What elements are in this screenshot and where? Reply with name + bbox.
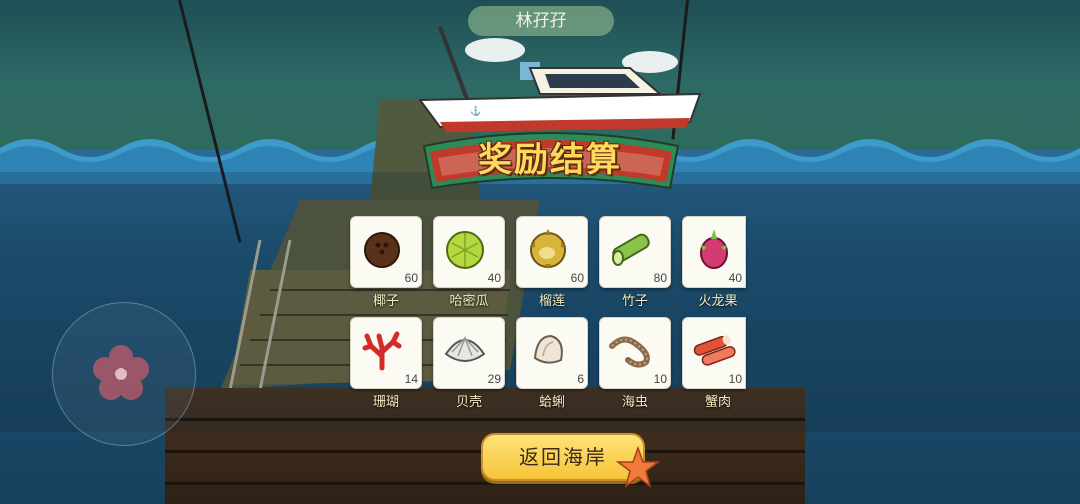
reward-item-dragonfruit[interactable]: 40 bbox=[682, 216, 746, 288]
clam-icon bbox=[533, 334, 563, 364]
sakura-icon bbox=[93, 345, 149, 400]
durian-icon bbox=[530, 229, 566, 269]
reward-name: 蛤蜊 bbox=[538, 395, 565, 410]
reward-count: 10 bbox=[653, 372, 667, 386]
dock-plank-line bbox=[165, 482, 805, 485]
dragonfruit-icon bbox=[700, 229, 728, 269]
crabmeat-icon bbox=[693, 335, 736, 366]
reward-name: 竹子 bbox=[621, 294, 648, 309]
reward-item-melon[interactable]: 40 bbox=[433, 216, 505, 288]
reward-name: 海虫 bbox=[621, 395, 648, 410]
seaworm-icon bbox=[609, 336, 650, 368]
reward-name: 哈密瓜 bbox=[449, 294, 489, 309]
coconut-icon bbox=[364, 232, 400, 268]
reward-count: 29 bbox=[487, 372, 501, 386]
starfish-icon bbox=[616, 446, 660, 488]
reward-count: 40 bbox=[728, 271, 742, 285]
reward-name: 珊瑚 bbox=[372, 395, 399, 410]
reward-count: 14 bbox=[404, 372, 418, 386]
reward-count: 10 bbox=[728, 372, 742, 386]
reward-name: 榴莲 bbox=[538, 294, 565, 309]
reward-count: 60 bbox=[570, 271, 584, 285]
reward-item-crabmeat[interactable]: 10 bbox=[682, 317, 746, 389]
reward-item-coral[interactable]: 14 bbox=[350, 317, 422, 389]
reward-item-durian[interactable]: 60 bbox=[516, 216, 588, 288]
shell-icon bbox=[444, 335, 486, 362]
reward-count: 80 bbox=[653, 271, 667, 285]
coral-icon bbox=[362, 331, 402, 371]
bamboo-icon bbox=[612, 233, 650, 266]
reward-item-bamboo[interactable]: 80 bbox=[599, 216, 671, 288]
reward-count: 6 bbox=[577, 372, 584, 386]
svg-text:⚓: ⚓ bbox=[470, 105, 481, 116]
reward-item-clam[interactable]: 6 bbox=[516, 317, 588, 389]
melon-icon bbox=[446, 231, 484, 269]
reward-count: 60 bbox=[404, 271, 418, 285]
joystick[interactable] bbox=[52, 302, 196, 446]
reward-item-coconut[interactable]: 60 bbox=[350, 216, 422, 288]
reward-title: 奖励结算 bbox=[478, 140, 622, 180]
reward-item-seaworm[interactable]: 10 bbox=[599, 317, 671, 389]
reward-item-shell[interactable]: 29 bbox=[433, 317, 505, 389]
reward-name: 贝壳 bbox=[455, 395, 482, 410]
reward-name: 火龙果 bbox=[698, 294, 738, 309]
reward-name: 蟹肉 bbox=[704, 395, 731, 410]
reward-count: 40 bbox=[487, 271, 501, 285]
reward-name: 椰子 bbox=[372, 294, 399, 309]
